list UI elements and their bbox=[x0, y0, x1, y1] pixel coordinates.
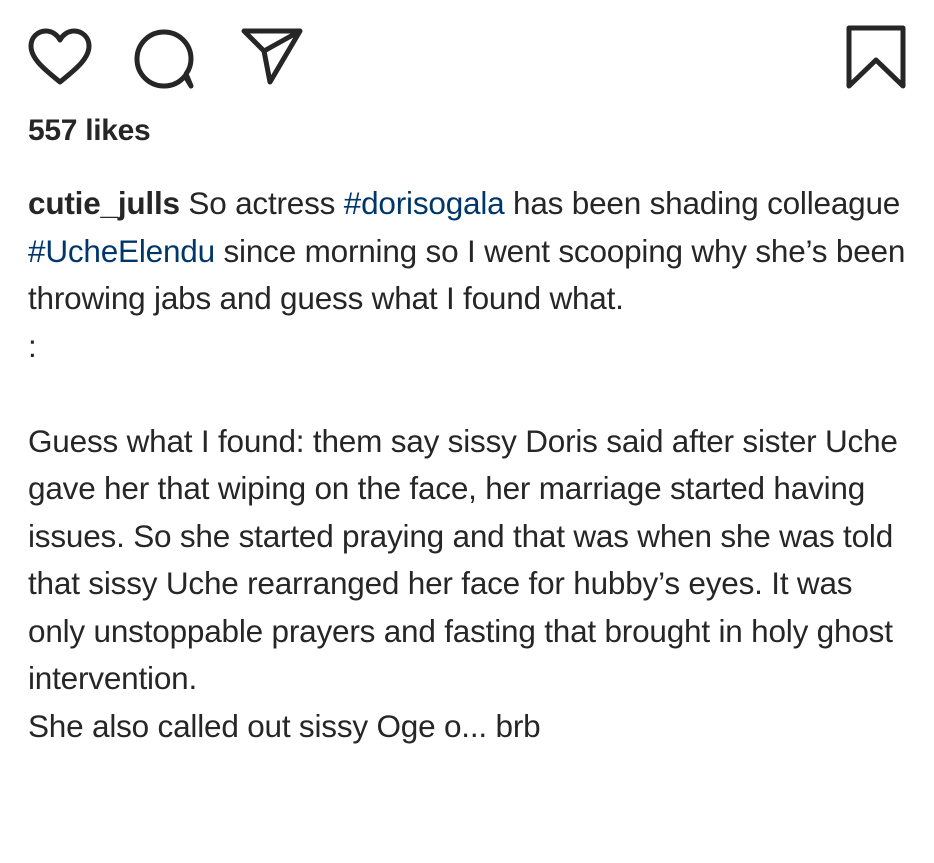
caption-separator: : bbox=[28, 327, 37, 364]
hashtag-link[interactable]: #dorisogala bbox=[344, 185, 505, 221]
bookmark-icon[interactable] bbox=[845, 24, 907, 90]
comment-icon[interactable] bbox=[133, 28, 197, 90]
heart-icon[interactable] bbox=[28, 28, 92, 86]
share-icon[interactable] bbox=[240, 26, 304, 86]
likes-count[interactable]: 557 likes bbox=[28, 114, 151, 148]
caption-text: So actress bbox=[179, 185, 344, 221]
caption-paragraph: She also called out sissy Oge o... brb bbox=[28, 707, 541, 744]
hashtag-link[interactable]: #UcheElendu bbox=[28, 233, 215, 269]
caption-text: has been shading colleague bbox=[504, 185, 901, 221]
caption-paragraph: cutie_julls So actress #dorisogala has b… bbox=[28, 180, 908, 323]
post-action-bar bbox=[0, 0, 934, 100]
post-caption: cutie_julls So actress #dorisogala has b… bbox=[28, 180, 908, 750]
caption-username[interactable]: cutie_julls bbox=[28, 185, 180, 221]
caption-paragraph: Guess what I found: them say sissy Doris… bbox=[28, 422, 898, 697]
